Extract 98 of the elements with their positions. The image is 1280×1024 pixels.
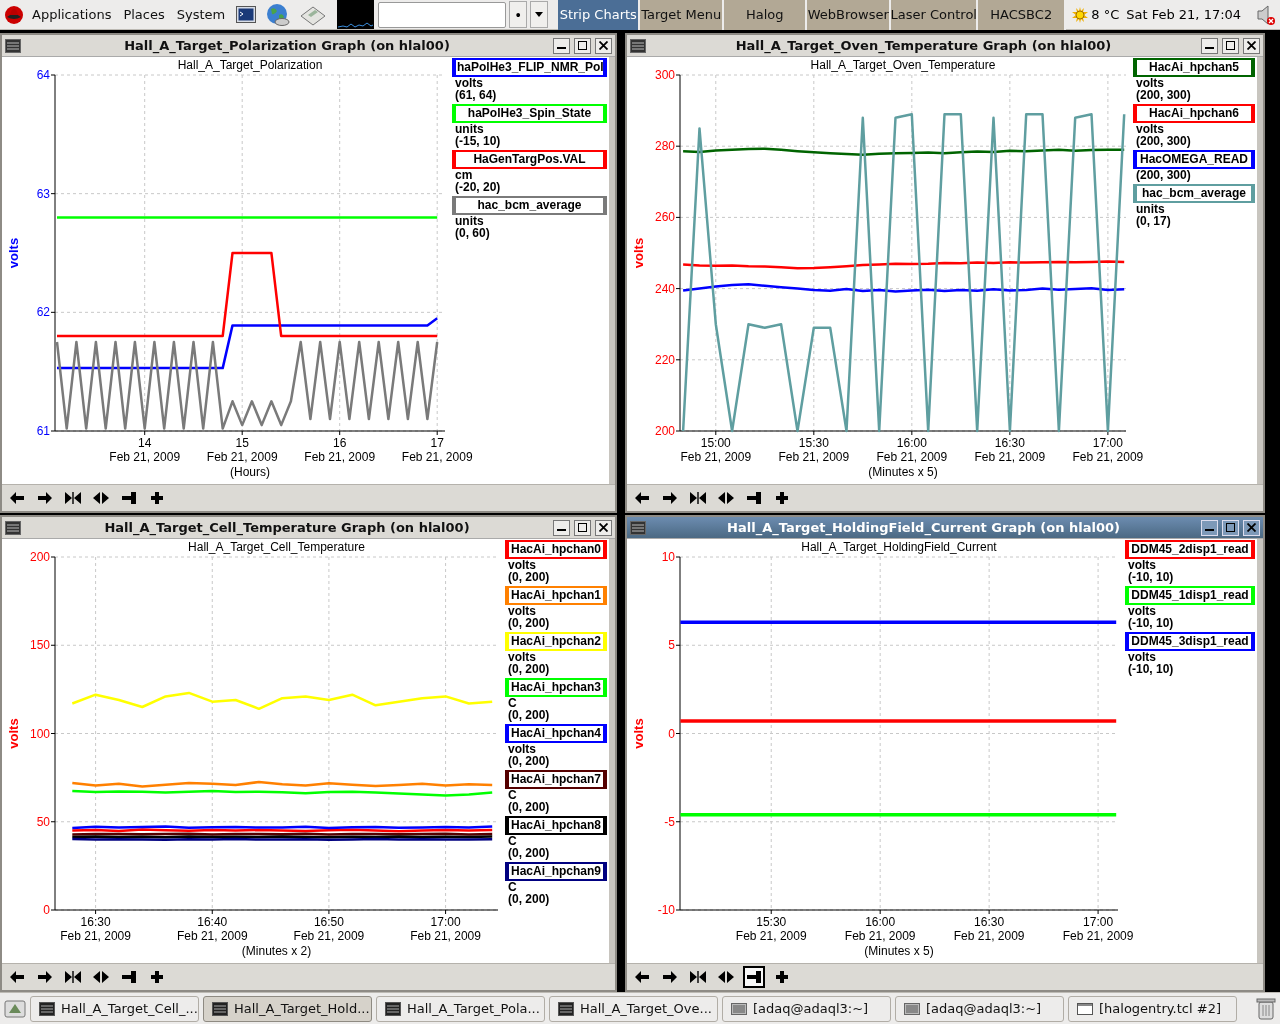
axis-label: volts [631,718,646,749]
tick-label: 64 [36,68,50,82]
tick-label: 16:30 Feb 21, 2009 [953,915,1025,943]
legend-unit: volts [1127,559,1157,571]
legend-unit: units [454,215,485,227]
tick-label: 16:30 Feb 21, 2009 [974,436,1046,464]
chart-title: Hall_A_Target_Oven_Temperature [810,58,996,72]
legend-range: (200, 300) [1135,89,1192,101]
window-title: Hall_A_Target_Cell_Temperature Graph (on hlal00) [103,520,471,535]
window-title: Hall_A_Target_Polarization Graph (on hlal00) [123,38,451,53]
chart-title: Hall_A_Target_Polarization [177,58,323,72]
legend-unit: volts [454,77,484,89]
tick-label: 63 [36,186,50,201]
tick-label: 200 [654,424,675,438]
axis-label: volts [6,718,21,749]
tick-label: -5 [664,814,675,829]
tick-label: 10 [661,550,675,564]
taskbar-label: [adaq@adaql3:~] [926,1001,1042,1016]
taskbar-label: Hall_A_Target_Pola... [407,1001,540,1016]
legend-unit: volts [1135,77,1165,89]
legend-range: (61, 64) [454,89,498,101]
legend-range: (-15, 10) [454,135,502,147]
tick-label: 17:00 Feb 21, 2009 [410,915,481,943]
legend-unit: volts [507,651,537,663]
legend-range: (-10, 10) [1127,663,1175,675]
legend-range: (0, 200) [507,847,551,859]
tick-label: 0 [43,903,50,917]
axis-label: (Minutes x 5) [868,465,938,479]
tick-label: 16:00 Feb 21, 2009 [876,436,948,464]
tick-label: 260 [654,210,675,225]
tick-label: -10 [657,903,675,917]
legend-range: (0, 200) [507,801,551,813]
tick-label: 16:30 Feb 21, 2009 [60,915,131,943]
tick-label: 300 [654,68,675,82]
taskbar-label: [halogentry.tcl #2] [1099,1001,1221,1016]
legend-range: (-10, 10) [1127,617,1175,629]
legend-unit: volts [1127,651,1157,663]
legend-unit: units [454,123,485,135]
legend-unit: volts [507,605,537,617]
taskbar-label: Hall_A_Target_Hold... [234,1001,370,1016]
tick-label: 15:30 Feb 21, 2009 [735,915,807,943]
legend-unit: C [507,697,518,709]
axis-label: (Minutes x 2) [241,944,312,958]
tick-label: 5 [668,638,675,653]
legend-unit: cm [454,169,474,181]
legend-unit: volts [507,743,537,755]
tick-label: 14 Feb 21, 2009 [109,436,181,464]
legend-range: (200, 300) [1135,135,1192,147]
tick-label: 280 [654,139,675,154]
legend-unit: units [1135,203,1166,215]
tick-label: 150 [29,638,50,653]
legend-range: (0, 200) [507,617,551,629]
axis-label: (Hours) [230,465,270,479]
tick-label: 100 [29,726,50,741]
chart-title: Hall_A_Target_HoldingField_Current [801,540,997,554]
tick-label: 16:50 Feb 21, 2009 [293,915,365,943]
taskbar-label: Hall_A_Target_Ove... [580,1001,712,1016]
tick-label: 0 [668,726,675,741]
legend-unit: C [507,789,518,801]
tick-label: 17:00 Feb 21, 2009 [1062,915,1134,943]
tick-label: 15 Feb 21, 2009 [206,436,278,464]
tick-label: 200 [29,550,50,564]
taskbar-label: Hall_A_Target_Cell_... [61,1001,198,1016]
window-title: Hall_A_Target_HoldingField_Current Graph (on hlal00) [726,520,1121,535]
tick-label: 16:00 Feb 21, 2009 [844,915,916,943]
weather-temperature: 8 °C [1091,7,1120,22]
legend-range: (200, 300) [1135,169,1192,181]
legend-unit: C [507,881,518,893]
legend-unit: volts [1135,123,1165,135]
tick-label: 15:30 Feb 21, 2009 [778,436,850,464]
legend-range: (0, 60) [454,227,491,239]
legend-unit: C [507,835,518,847]
taskbar-label: [adaq@adaql3:~] [753,1001,869,1016]
axis-label: volts [6,237,21,269]
legend-range: (0, 200) [507,663,551,675]
window-title: Hall_A_Target_Oven_Temperature Graph (on hlal00) [734,38,1113,53]
axis-label: (Minutes x 5) [864,944,934,958]
legend-range: (-20, 20) [454,181,502,193]
tick-label: 16:40 Feb 21, 2009 [176,915,248,943]
legend-range: (0, 17) [1135,215,1172,227]
tick-label: 240 [654,281,675,296]
tick-label: 15:00 Feb 21, 2009 [680,436,752,464]
legend-unit: volts [1127,605,1157,617]
tick-label: 16 Feb 21, 2009 [304,436,376,464]
chart-title: Hall_A_Target_Cell_Temperature [188,540,365,554]
legend-range: (-10, 10) [1127,571,1175,583]
axis-label: volts [631,237,646,269]
legend-range: (0, 200) [507,571,551,583]
tick-label: 62 [36,305,50,320]
legend-range: (0, 200) [507,893,551,905]
tick-label: 17:00 Feb 21, 2009 [1072,436,1144,464]
tick-label: 220 [654,352,675,367]
legend-range: (0, 200) [507,755,551,767]
tick-label: 17 Feb 21, 2009 [401,436,473,464]
legend-unit: volts [507,559,537,571]
tick-label: 50 [36,814,50,829]
legend-range: (0, 200) [507,709,551,721]
tick-label: 61 [36,424,50,438]
